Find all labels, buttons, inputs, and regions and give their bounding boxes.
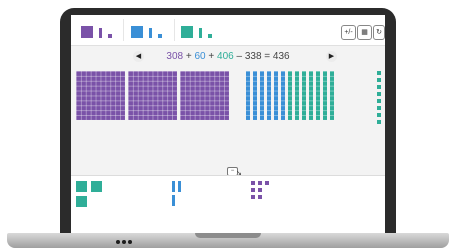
tray-ten-rod[interactable] <box>172 195 175 206</box>
hundred-block[interactable] <box>180 71 229 120</box>
tray-one-unit[interactable] <box>258 188 262 192</box>
keyboard-dot <box>122 240 126 244</box>
ten-rod[interactable] <box>309 71 313 120</box>
chevron-right-icon: ▶ <box>328 53 335 60</box>
keyboard-dot <box>116 240 120 244</box>
ten-rod[interactable] <box>288 71 292 120</box>
term: 406 <box>217 51 234 62</box>
divider <box>174 19 175 41</box>
block-tray <box>71 175 385 233</box>
one-unit[interactable] <box>377 92 381 96</box>
laptop-notch <box>195 233 261 238</box>
tray-hundred-block[interactable] <box>76 181 87 192</box>
one-unit[interactable] <box>377 120 381 124</box>
tray-one-unit[interactable] <box>265 181 269 185</box>
plus-minus-icon: +/- <box>344 29 353 36</box>
ten-rod[interactable] <box>253 71 257 120</box>
ten-rod-icon <box>99 28 102 38</box>
block-canvas[interactable] <box>71 65 385 175</box>
ten-rod[interactable] <box>323 71 327 120</box>
result: – 338 = 436 <box>233 51 290 62</box>
tray-hundred-block[interactable] <box>91 181 102 192</box>
expand-button[interactable]: +/- <box>341 25 356 40</box>
one-unit[interactable] <box>377 106 381 110</box>
tray-one-unit[interactable] <box>258 195 262 199</box>
hundred-block-icon <box>181 26 193 38</box>
mode-tab-3[interactable] <box>181 26 221 40</box>
tray-ten-rod[interactable] <box>172 181 175 192</box>
ten-rod[interactable] <box>260 71 264 120</box>
one-unit[interactable] <box>377 78 381 82</box>
hundred-block[interactable] <box>76 71 125 120</box>
one-unit[interactable] <box>377 85 381 89</box>
ten-rod[interactable] <box>302 71 306 120</box>
hundred-block[interactable] <box>128 71 177 120</box>
one-unit-icon <box>108 34 112 38</box>
term: 60 <box>194 51 206 62</box>
reset-button[interactable]: ↻ <box>373 25 385 40</box>
ten-rod[interactable] <box>316 71 320 120</box>
tray-ten-rod[interactable] <box>178 181 181 192</box>
ten-rod[interactable] <box>330 71 334 120</box>
one-unit-icon <box>208 34 212 38</box>
toolbar: +/- ▦ ↻ <box>71 15 385 46</box>
hundred-block-icon <box>131 26 143 38</box>
ten-rod[interactable] <box>281 71 285 120</box>
one-unit[interactable] <box>377 99 381 103</box>
grid-button[interactable]: ▦ <box>357 25 372 40</box>
ten-rod[interactable] <box>267 71 271 120</box>
ten-rod-icon <box>199 28 202 38</box>
one-unit-icon <box>158 34 162 38</box>
one-unit[interactable] <box>377 113 381 117</box>
grid-icon: ▦ <box>361 29 368 36</box>
equation: 308 + 60 + 406 – 338 = 436 <box>71 49 385 65</box>
tray-one-unit[interactable] <box>251 181 255 185</box>
minus-icon: − <box>230 168 235 174</box>
keyboard-dot <box>128 240 132 244</box>
term: 308 <box>166 51 184 62</box>
tray-hundred-block[interactable] <box>76 196 87 207</box>
divider <box>123 19 124 41</box>
operator: + <box>205 51 218 62</box>
tray-one-unit[interactable] <box>251 195 255 199</box>
mode-tab-2[interactable] <box>131 26 171 40</box>
refresh-icon: ↻ <box>376 29 382 36</box>
one-unit[interactable] <box>377 71 381 75</box>
ten-rod[interactable] <box>295 71 299 120</box>
tray-one-unit[interactable] <box>258 181 262 185</box>
app-screen: +/- ▦ ↻ ◀ 308 + 60 + 406 – 338 = 436 ▶ −… <box>71 15 385 233</box>
tray-one-unit[interactable] <box>251 188 255 192</box>
mode-tab-1[interactable] <box>81 26 121 40</box>
ten-rod-icon <box>149 28 152 38</box>
next-button[interactable]: ▶ <box>326 51 337 62</box>
hundred-block-icon <box>81 26 93 38</box>
ten-rod[interactable] <box>246 71 250 120</box>
operator: + <box>183 51 195 62</box>
ten-rod[interactable] <box>274 71 278 120</box>
